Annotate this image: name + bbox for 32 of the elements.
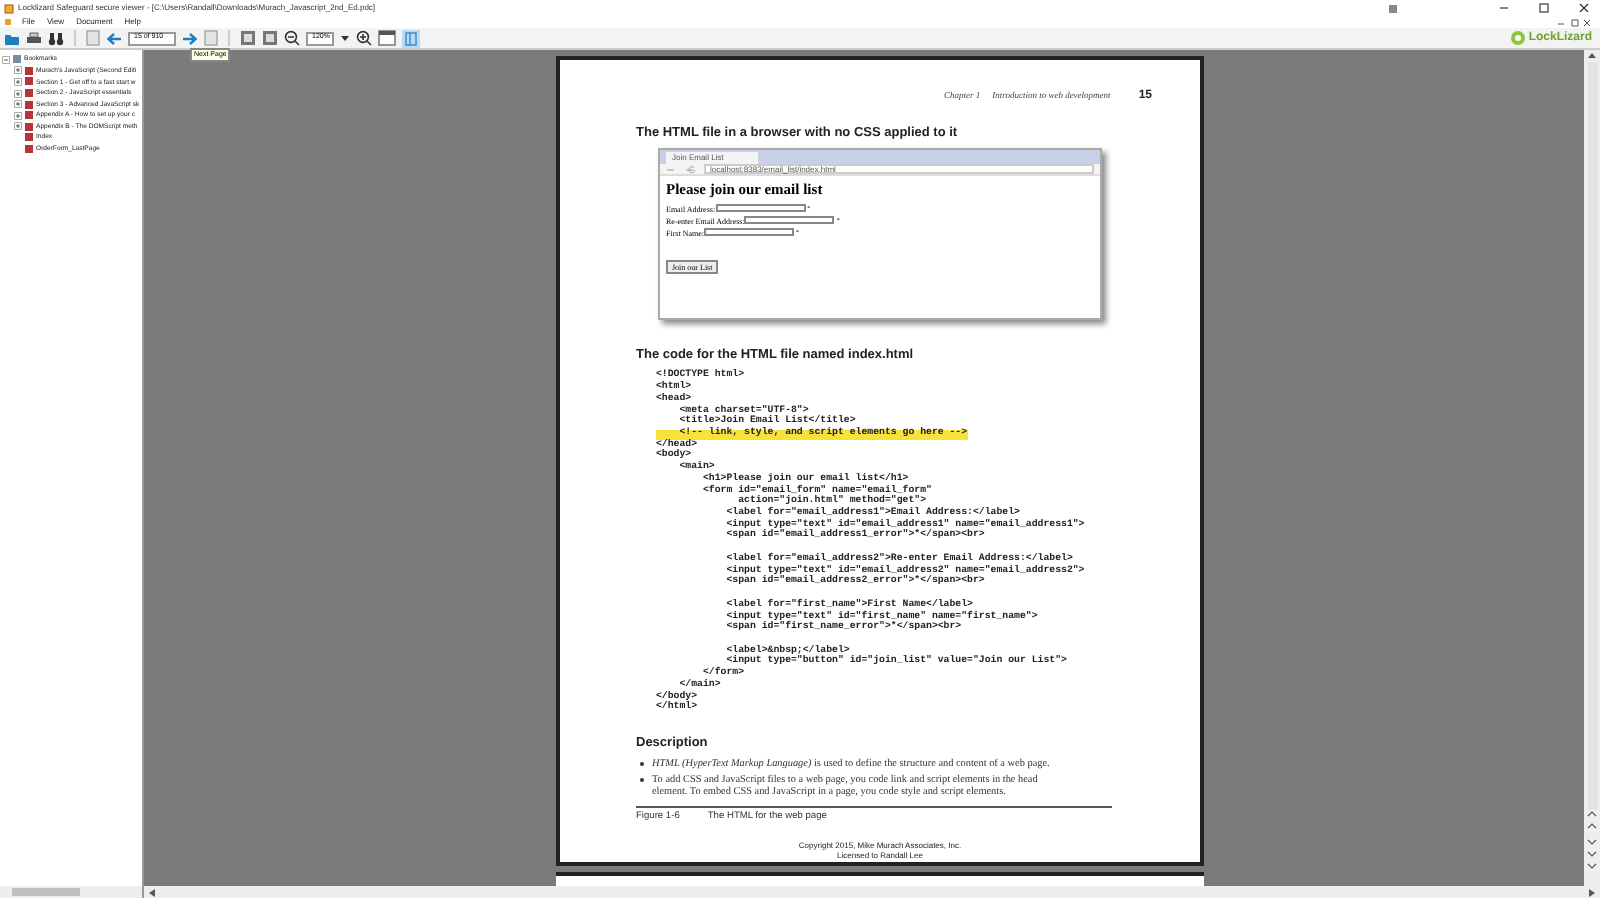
bookmarks-icon [12, 54, 22, 65]
document-icon [4, 18, 12, 26]
vertical-scrollbar[interactable] [1584, 50, 1600, 886]
page-navigation-icon[interactable] [1586, 810, 1598, 870]
expand-icon[interactable] [14, 100, 22, 109]
printer-icon[interactable] [26, 31, 42, 45]
scroll-left-icon[interactable] [148, 887, 156, 897]
horizontal-scrollbar[interactable] [144, 886, 1600, 898]
collapse-icon[interactable] [2, 55, 10, 64]
back-arrow-icon[interactable] [106, 31, 122, 45]
caret-icon[interactable] [340, 34, 350, 42]
expand-icon[interactable] [14, 122, 22, 131]
expand-icon[interactable] [14, 89, 22, 98]
expand-icon[interactable] [14, 111, 22, 120]
next-arrow-icon[interactable] [182, 31, 198, 45]
close-icon[interactable] [1578, 2, 1590, 14]
expand-icon[interactable] [14, 66, 22, 75]
text-input[interactable] [744, 216, 835, 224]
horizontal-scrollbar[interactable] [0, 886, 142, 898]
minimize-icon[interactable] [1498, 2, 1510, 14]
text-input[interactable] [704, 228, 794, 236]
zoom-in-icon[interactable] [356, 30, 372, 46]
sidebar-toggle-icon[interactable] [402, 29, 420, 47]
zoom-out-icon[interactable] [284, 30, 300, 46]
scroll-right-icon[interactable] [1588, 887, 1596, 897]
expand-icon[interactable] [14, 77, 22, 86]
text-input[interactable] [715, 204, 806, 212]
window-controls-icon[interactable] [1556, 17, 1592, 27]
binoculars-icon[interactable] [48, 31, 64, 45]
maximize-icon[interactable] [1538, 2, 1550, 14]
window-layout-icon[interactable] [378, 30, 396, 46]
app-icon [4, 3, 14, 13]
